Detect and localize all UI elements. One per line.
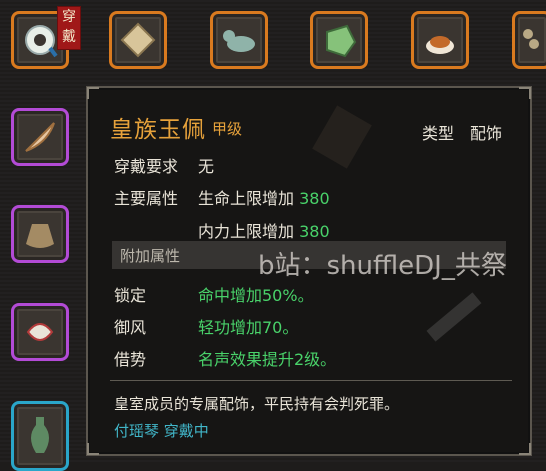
type-label: 类型 [422, 124, 455, 143]
item-name: 皇族玉佩 [110, 117, 206, 143]
tooltip-divider [110, 380, 512, 381]
main-attr-text: 生命上限增加 [198, 189, 295, 208]
slot-jade-stone[interactable] [310, 11, 368, 69]
main-attr-text: 内力上限增加 [198, 222, 295, 241]
dragon-pendant-icon [26, 323, 54, 341]
slot-cake[interactable] [411, 11, 469, 69]
item-grade: 甲级 [212, 120, 243, 138]
slot-beads[interactable] [512, 11, 546, 69]
ghost-item [312, 105, 372, 169]
tooltip-corner [87, 87, 99, 99]
cake-icon [426, 36, 454, 54]
tooltip-corner [519, 87, 531, 99]
feather-icon [25, 122, 55, 152]
extra-attr-name: 御风 [114, 318, 147, 337]
pouch-icon [26, 224, 54, 248]
main-attr-value: 380 [299, 189, 330, 208]
extra-attr-name: 锁定 [114, 286, 147, 305]
jade-beast-icon [223, 30, 255, 52]
slot-dragon-pendant[interactable] [11, 303, 69, 361]
main-attr-2: 内力上限增加 380 [198, 218, 330, 242]
extra-attr-value: 轻功增加70。 [198, 318, 299, 337]
item-description: 皇室成员的专属配饰，平民持有会判死罪。 [114, 395, 400, 413]
tooltip-corner [519, 443, 531, 455]
watermark: b站：shuffleDJ_共祭 [258, 251, 507, 281]
requirement-label: 穿戴要求 [114, 157, 179, 176]
slot-map-scroll[interactable] [109, 11, 167, 69]
beads-icon [523, 29, 539, 49]
main-attr-label: 主要属性 [114, 189, 179, 208]
extra-attr-value: 命中增加50%。 [198, 286, 314, 305]
equipped-badge: 穿戴 [57, 6, 81, 50]
extra-attr-value: 名声效果提升2级。 [198, 350, 337, 369]
vase-icon [31, 417, 49, 453]
map-scroll-icon [120, 22, 156, 58]
main-attr-value: 380 [299, 222, 330, 241]
tooltip-corner [87, 443, 99, 455]
jade-pendant-icon [25, 25, 58, 58]
slot-pouch[interactable] [11, 205, 69, 263]
jade-stone-icon [326, 24, 357, 58]
slot-vase[interactable] [11, 401, 69, 471]
requirement-value: 无 [198, 157, 215, 176]
extra-attr-name: 借势 [114, 350, 147, 369]
type-value: 配饰 [470, 124, 503, 143]
slot-jade-beast[interactable] [210, 11, 268, 69]
slot-feather[interactable] [11, 108, 69, 166]
main-attr-1: 生命上限增加 380 [198, 185, 330, 209]
wearer-status: 付瑶琴 穿戴中 [114, 422, 209, 440]
ghost-item [426, 292, 482, 342]
extra-attr-label: 附加属性 [120, 247, 181, 265]
